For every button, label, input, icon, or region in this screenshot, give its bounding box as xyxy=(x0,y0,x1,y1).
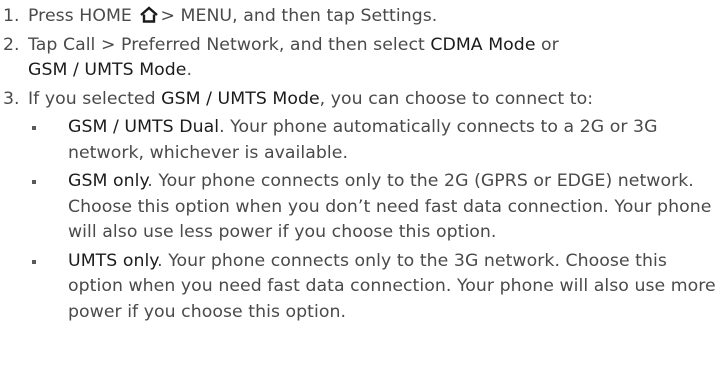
step-text: . xyxy=(186,60,193,80)
step-number: 2. xyxy=(3,34,20,55)
step-text: Tap Call > Preferred Network, and then s… xyxy=(28,34,431,55)
option-gsm-umts-mode: GSM / UMTS Mode xyxy=(161,88,320,109)
option-cdma-mode: CDMA Mode xyxy=(430,34,536,55)
step-1: 1. Press HOME > MENU, and then tap Setti… xyxy=(0,4,727,30)
option-title: GSM only xyxy=(68,171,148,191)
step-2: 2. Tap Call > Preferred Network, and the… xyxy=(0,33,727,84)
option-description: . Your phone connects only to the 3G net… xyxy=(68,250,716,322)
option-gsm-umts-dual: GSM / UMTS Dual. Your phone automaticall… xyxy=(28,115,727,166)
bullet-icon xyxy=(32,180,36,184)
instruction-page: 1. Press HOME > MENU, and then tap Setti… xyxy=(0,0,727,372)
option-title: UMTS only xyxy=(68,250,158,271)
option-description: . Your phone connects only to the 2G (GP… xyxy=(68,171,712,242)
option-gsm-only: GSM only. Your phone connects only to th… xyxy=(28,169,727,246)
step-text: or xyxy=(535,34,559,55)
steps-list: 1. Press HOME > MENU, and then tap Setti… xyxy=(0,4,727,328)
option-umts-only: UMTS only. Your phone connects only to t… xyxy=(28,249,727,326)
step-number: 3. xyxy=(3,88,20,109)
step-text: , you can choose to connect to: xyxy=(319,88,594,109)
network-options-list: GSM / UMTS Dual. Your phone automaticall… xyxy=(28,115,727,325)
option-title: GSM / UMTS Dual xyxy=(68,117,220,137)
bullet-icon xyxy=(32,259,36,264)
step-text: Press HOME xyxy=(28,6,138,26)
home-icon xyxy=(139,6,159,23)
step-text: If you selected xyxy=(28,88,162,109)
option-gsm-umts-mode: GSM / UMTS Mode xyxy=(28,60,187,80)
step-3: 3. If you selected GSM / UMTS Mode, you … xyxy=(0,87,727,326)
step-text: > MENU, and then tap Settings. xyxy=(160,6,438,26)
step-number: 1. xyxy=(3,6,20,26)
bullet-icon xyxy=(32,126,36,130)
